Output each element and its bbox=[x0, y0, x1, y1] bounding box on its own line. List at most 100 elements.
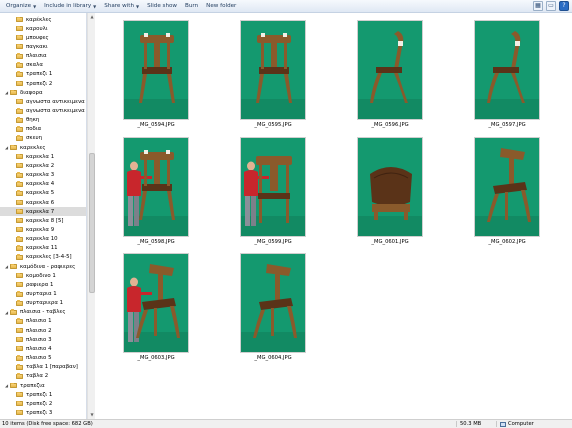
nav-folder-item[interactable]: αγνωστα αντικειμενα 1 bbox=[0, 97, 86, 106]
photo-thumbnail[interactable] bbox=[357, 137, 423, 237]
nav-folder-item[interactable]: καρεκλα 8 [5] bbox=[0, 216, 86, 225]
help-icon[interactable]: ? bbox=[559, 1, 569, 11]
nav-folder-item[interactable]: καρεκλα 10 bbox=[0, 235, 86, 244]
nav-folder-item[interactable]: κομοδινο 1 bbox=[0, 271, 86, 280]
file-thumbnail-item[interactable]: _MG_0604.JPG bbox=[233, 253, 313, 361]
scrollbar-thumb[interactable] bbox=[89, 153, 95, 293]
nav-folder-item[interactable]: πλαισιο 2 bbox=[0, 326, 86, 335]
expand-arrow-icon[interactable]: ◢ bbox=[4, 310, 9, 315]
nav-folder-item[interactable]: ◢ πλαισια - ταβλες bbox=[0, 308, 86, 317]
scroll-down-icon[interactable]: ▼ bbox=[88, 411, 96, 419]
folder-icon bbox=[16, 199, 23, 205]
photo-thumbnail[interactable] bbox=[240, 253, 306, 353]
nav-folder-item[interactable]: σκευη bbox=[0, 134, 86, 143]
folder-icon bbox=[16, 300, 23, 306]
nav-folder-item[interactable]: ◢ διαφορα bbox=[0, 88, 86, 97]
navigation-scrollbar[interactable]: ▲ ▼ bbox=[87, 13, 95, 419]
nav-folder-item[interactable]: πλαισιο 1 bbox=[0, 317, 86, 326]
expand-arrow-icon[interactable]: ◢ bbox=[4, 90, 9, 95]
photo-thumbnail[interactable] bbox=[240, 20, 306, 120]
nav-folder-item[interactable]: τραπεζι 1 bbox=[0, 390, 86, 399]
command-bar: Organize ▼ Include in library ▼ Share with… bbox=[0, 0, 572, 13]
nav-folder-item[interactable]: καρεκλα 1 bbox=[0, 152, 86, 161]
expand-arrow-icon[interactable]: ◢ bbox=[4, 264, 9, 269]
nav-folder-item[interactable]: ◢ τραπεζια bbox=[0, 381, 86, 390]
nav-folder-label: καρουλι bbox=[26, 25, 48, 32]
nav-folder-item[interactable]: καρεκλα 5 bbox=[0, 189, 86, 198]
photo-thumbnail[interactable] bbox=[474, 20, 540, 120]
folder-icon bbox=[16, 291, 23, 297]
nav-folder-label: καρεκλα 5 bbox=[26, 190, 55, 197]
nav-folder-item[interactable]: πλαισιο 5 bbox=[0, 354, 86, 363]
nav-folder-item[interactable]: τραπεζι 2 bbox=[0, 399, 86, 408]
nav-folder-item[interactable]: συρταριερα 1 bbox=[0, 299, 86, 308]
photo-thumbnail[interactable] bbox=[474, 137, 540, 237]
file-thumbnail-item[interactable]: _MG_0597.JPG bbox=[467, 20, 547, 128]
burn-button[interactable]: Burn bbox=[181, 1, 202, 12]
file-thumbnail-item[interactable]: _MG_0598.JPG bbox=[116, 137, 196, 245]
folder-icon bbox=[16, 98, 23, 105]
nav-folder-item[interactable]: καρεκλα 7 bbox=[0, 207, 86, 217]
share-with-button[interactable]: Share with ▼ bbox=[100, 1, 143, 12]
photo-thumbnail[interactable] bbox=[357, 20, 423, 120]
nav-folder-item[interactable]: καρέκλες bbox=[0, 15, 86, 24]
scroll-up-icon[interactable]: ▲ bbox=[88, 13, 96, 21]
photo-thumbnail[interactable] bbox=[240, 137, 306, 237]
file-thumbnail-item[interactable]: _MG_0596.JPG bbox=[350, 20, 430, 128]
file-thumbnail-item[interactable]: _MG_0594.JPG bbox=[116, 20, 196, 128]
nav-folder-item[interactable]: τραπεζι 2 bbox=[0, 79, 86, 88]
nav-folder-label: πλαισιο 1 bbox=[26, 318, 52, 325]
nav-folder-label: μπουφες bbox=[26, 34, 49, 41]
nav-folder-item[interactable]: θηκη bbox=[0, 116, 86, 125]
nav-folder-item[interactable]: αγνωστα αντικειμενα 2 bbox=[0, 107, 86, 116]
nav-folder-item[interactable]: τραπεζι 3 bbox=[0, 408, 86, 417]
nav-folder-item[interactable]: πλαισιο 3 bbox=[0, 335, 86, 344]
folder-icon bbox=[16, 126, 23, 132]
nav-folder-item[interactable]: ποδια bbox=[0, 125, 86, 134]
expand-arrow-icon[interactable]: ◢ bbox=[4, 383, 9, 388]
nav-folder-label: καρεκλα 3 bbox=[26, 172, 55, 179]
nav-folder-item[interactable]: καρεκλα 3 bbox=[0, 171, 86, 180]
nav-folder-item[interactable]: παγκακι bbox=[0, 42, 86, 51]
chair-photo-image bbox=[124, 21, 188, 119]
new-folder-button[interactable]: New folder bbox=[202, 1, 240, 12]
photo-thumbnail[interactable] bbox=[123, 20, 189, 120]
folder-icon bbox=[16, 172, 23, 178]
folder-icon bbox=[16, 336, 23, 343]
nav-folder-label: καρεκλα 8 [5] bbox=[26, 217, 64, 224]
nav-folder-item[interactable]: καρεκλα 6 bbox=[0, 198, 86, 207]
expand-arrow-icon[interactable]: ◢ bbox=[4, 145, 9, 150]
nav-folder-item[interactable]: ταβλα 2 bbox=[0, 372, 86, 381]
nav-folder-item[interactable]: ◢ καμόδινα - ραφιερες bbox=[0, 262, 86, 271]
nav-folder-item[interactable]: καρεκλα 4 bbox=[0, 180, 86, 189]
file-thumbnail-item[interactable]: _MG_0603.JPG bbox=[116, 253, 196, 361]
nav-folder-item[interactable]: μπουφες bbox=[0, 33, 86, 42]
folder-icon bbox=[16, 108, 23, 114]
nav-folder-item[interactable]: πλαισια bbox=[0, 52, 86, 61]
nav-folder-item[interactable]: ταβλα 1 [παραβαν] bbox=[0, 363, 86, 372]
file-name-label: _MG_0594.JPG bbox=[137, 122, 175, 128]
nav-folder-item[interactable]: καρεκλα 11 bbox=[0, 244, 86, 253]
organize-button[interactable]: Organize ▼ bbox=[2, 1, 40, 12]
photo-thumbnail[interactable] bbox=[123, 253, 189, 353]
nav-folder-item[interactable]: καρεκλες [3-4-5] bbox=[0, 253, 86, 262]
file-thumbnail-item[interactable]: _MG_0602.JPG bbox=[467, 137, 547, 245]
change-view-icon[interactable]: ▦ bbox=[533, 1, 543, 11]
slide-show-button[interactable]: Slide show bbox=[143, 1, 181, 12]
nav-folder-item[interactable]: καρεκλα 9 bbox=[0, 225, 86, 234]
preview-pane-icon[interactable]: ▭ bbox=[546, 1, 556, 11]
nav-folder-item[interactable]: σκαλα bbox=[0, 61, 86, 70]
file-thumbnail-item[interactable]: _MG_0599.JPG bbox=[233, 137, 313, 245]
nav-folder-item[interactable]: ραφιερα 1 bbox=[0, 280, 86, 289]
nav-folder-item[interactable]: καρεκλα 2 bbox=[0, 161, 86, 170]
file-thumbnail-item[interactable]: _MG_0595.JPG bbox=[233, 20, 313, 128]
photo-thumbnail[interactable] bbox=[123, 137, 189, 237]
nav-folder-item[interactable]: τραπεζι 1 bbox=[0, 70, 86, 79]
nav-folder-item[interactable]: συρταρια 1 bbox=[0, 290, 86, 299]
include-in-library-button[interactable]: Include in library ▼ bbox=[40, 1, 100, 12]
nav-folder-item[interactable]: πλαισιο 4 bbox=[0, 344, 86, 353]
nav-folder-item[interactable]: ◢ καρεκλες bbox=[0, 143, 86, 152]
nav-folder-item[interactable]: καρουλι bbox=[0, 24, 86, 33]
item-count: 10 items (Disk free space: 682 GB) bbox=[2, 421, 93, 427]
file-thumbnail-item[interactable]: _MG_0601.JPG bbox=[350, 137, 430, 245]
